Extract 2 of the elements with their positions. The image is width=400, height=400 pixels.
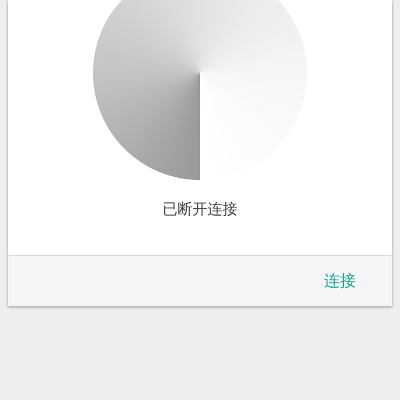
status-text: 已断开连接 — [162, 200, 238, 219]
connect-button[interactable]: 连接 — [316, 266, 364, 296]
